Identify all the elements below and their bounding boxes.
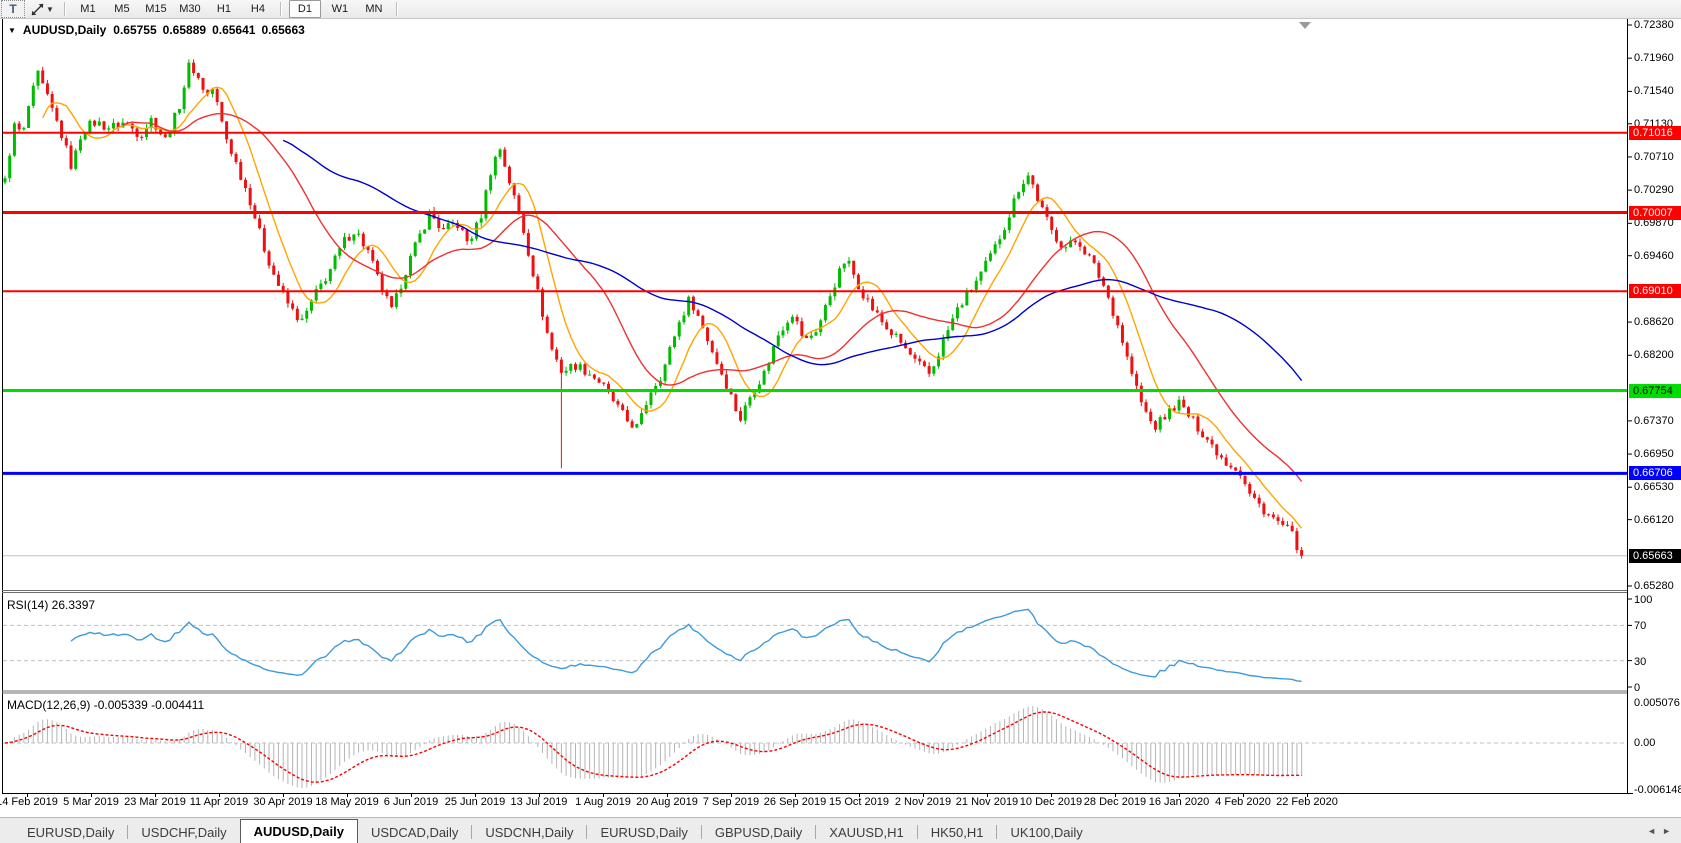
chart-tab-xauusd-h1[interactable]: XAUUSD,H1 [816, 821, 916, 843]
macd-axis-tick: 0.005076 [1634, 697, 1681, 709]
chart-tab-eurusd-daily[interactable]: EURUSD,Daily [587, 821, 700, 843]
macd-axis-tick: 0.00 [1634, 737, 1681, 749]
price-axis-tick: 0.71540 [1634, 85, 1680, 97]
collapse-triangle-icon[interactable]: ▼ [8, 26, 16, 35]
price-axis-tick: 0.68200 [1634, 349, 1680, 361]
price-axis-tick: 0.69460 [1634, 250, 1680, 262]
open-value: 0.65755 [113, 23, 156, 37]
hline-price-label: 0.66706 [1629, 466, 1681, 480]
chart-tab-eurusd-daily[interactable]: EURUSD,Daily [14, 821, 127, 843]
date-axis-tick: 22 Feb 2020 [1262, 796, 1352, 808]
chart-shift-marker-icon[interactable] [1299, 22, 1311, 29]
chart-tab-gbpusd-daily[interactable]: GBPUSD,Daily [702, 821, 815, 843]
hline-price-label: 0.69010 [1629, 284, 1681, 298]
bid-price-label: 0.65663 [1629, 549, 1681, 563]
price-axis-tick: 0.66530 [1634, 481, 1680, 493]
price-axis-tick: 0.65280 [1634, 580, 1680, 592]
scroll-left-icon: ◄ [1647, 826, 1662, 836]
price-axis-tick: 0.71960 [1634, 52, 1680, 64]
rsi-axis-tick: 30 [1634, 656, 1681, 668]
hline-price-label: 0.70007 [1629, 206, 1681, 220]
hline-price-label: 0.71016 [1629, 126, 1681, 140]
symbol-period-label: AUDUSD,Daily [23, 23, 106, 37]
price-axis-tick: 0.70290 [1634, 184, 1680, 196]
rsi-indicator-label: RSI(14) 26.3397 [7, 598, 95, 612]
chart-tab-usdchf-daily[interactable]: USDCHF,Daily [128, 821, 239, 843]
chart-tab-usdcad-daily[interactable]: USDCAD,Daily [358, 821, 471, 843]
close-value: 0.65663 [261, 23, 304, 37]
price-axis-tick: 0.66950 [1634, 448, 1680, 460]
price-axis-tick: 0.72380 [1634, 19, 1680, 31]
chart-tab-audusd-daily[interactable]: AUDUSD,Daily [240, 819, 358, 843]
chart-tab-uk100-daily[interactable]: UK100,Daily [997, 821, 1095, 843]
price-axis-tick: 0.66120 [1634, 514, 1680, 526]
price-axis-tick: 0.67370 [1634, 415, 1680, 427]
hline-price-label: 0.67754 [1629, 384, 1681, 398]
price-axis-tick: 0.70710 [1634, 151, 1680, 163]
chart-tab-usdcnh-daily[interactable]: USDCNH,Daily [472, 821, 586, 843]
chart-tab-bar: EURUSD,DailyUSDCHF,DailyAUDUSD,DailyUSDC… [0, 817, 1681, 843]
chart-title: ▼ AUDUSD,Daily 0.65755 0.65889 0.65641 0… [8, 23, 305, 37]
price-axis-tick: 0.68620 [1634, 316, 1680, 328]
rsi-axis-tick: 0 [1634, 682, 1681, 694]
low-value: 0.65641 [212, 23, 255, 37]
rsi-axis-tick: 100 [1634, 594, 1681, 606]
macd-indicator-label: MACD(12,26,9) -0.005339 -0.004411 [7, 698, 204, 712]
scroll-right-icon: ► [1662, 826, 1677, 836]
high-value: 0.65889 [163, 23, 206, 37]
ohlc-values: 0.65755 0.65889 0.65641 0.65663 [113, 23, 305, 37]
rsi-axis-tick: 70 [1634, 620, 1681, 632]
chart-canvas[interactable] [0, 0, 1681, 843]
tab-scroll-arrows[interactable]: ◄► [1647, 826, 1677, 836]
chart-tab-hk50-h1[interactable]: HK50,H1 [918, 821, 997, 843]
macd-axis-tick: -0.006148 [1634, 784, 1681, 796]
